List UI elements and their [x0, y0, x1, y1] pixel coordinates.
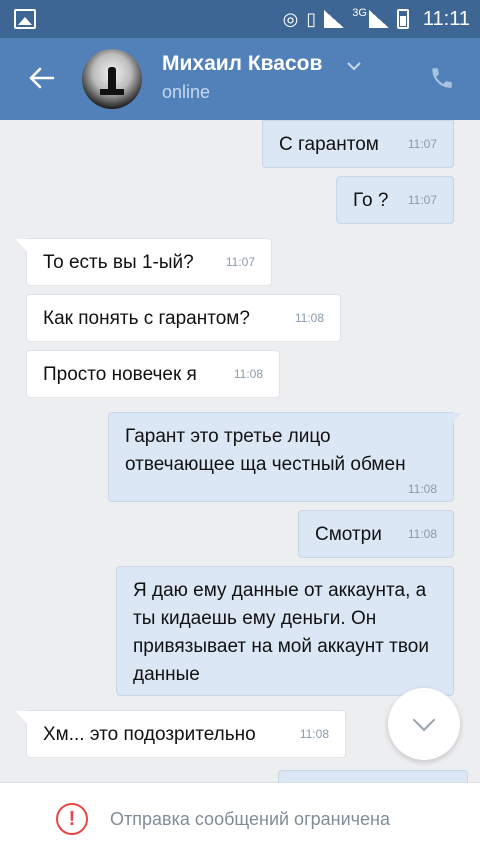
message-time: 11:07 [407, 193, 437, 207]
contact-status: online [162, 82, 211, 102]
restriction-message: Отправка сообщений ограничена [110, 809, 390, 829]
input-restricted-bar: ! Отправка сообщений ограничена [0, 782, 480, 854]
chevron-down-icon [412, 708, 436, 732]
message-text: Го ? [353, 190, 389, 211]
vibrate-icon: ▯ [306, 9, 317, 29]
network-type-label: 3G [352, 7, 367, 19]
clock: 11:11 [422, 7, 470, 30]
back-button[interactable] [22, 58, 62, 98]
message-time: 11:07 [225, 255, 255, 269]
gallery-notification-icon [14, 9, 36, 29]
arrow-left-icon [29, 67, 55, 89]
message-bubble-incoming[interactable]: То есть вы 1-ый? 11:07 [15, 238, 272, 286]
message-time: 11:08 [299, 727, 329, 741]
message-text: Смотри [315, 524, 382, 545]
scroll-to-bottom-button[interactable] [388, 688, 460, 760]
contact-avatar[interactable] [82, 49, 142, 109]
call-button[interactable] [424, 60, 460, 96]
message-text: Гарант это третье лицо отвечающее ща чес… [125, 426, 406, 475]
message-list[interactable]: С гарантом 11:07 Го ? 11:07 То есть вы 1… [0, 120, 480, 782]
message-bubble-incoming[interactable]: Хм... это подозрительно 11:08 [15, 710, 346, 758]
chevron-down-icon[interactable] [346, 60, 362, 72]
phone-icon [432, 68, 452, 88]
hotspot-icon: ◎ [282, 9, 299, 29]
chat-header: Михаил Квасов online [0, 38, 480, 120]
message-text: Я даю ему данные от аккаунта, а ты кидае… [133, 580, 429, 685]
status-bar: ◎ ▯ 3G 11:11 [0, 0, 480, 38]
message-time: 11:08 [407, 527, 437, 541]
message-bubble-incoming[interactable]: Просто новечек я 11:08 [26, 350, 280, 398]
message-text: Хм... это подозрительно [43, 724, 256, 745]
message-bubble-outgoing-partial[interactable] [278, 770, 468, 782]
message-time: 11:07 [407, 137, 437, 151]
message-time: 11:08 [233, 367, 263, 381]
message-bubble-incoming[interactable]: Как понять с гарантом? 11:08 [26, 294, 341, 342]
message-bubble-outgoing[interactable]: Смотри 11:08 [298, 510, 454, 558]
message-text: Как понять с гарантом? [43, 308, 250, 329]
battery-icon [396, 9, 409, 29]
message-bubble-outgoing[interactable]: Го ? 11:07 [336, 176, 454, 224]
message-bubble-outgoing[interactable]: Гарант это третье лицо отвечающее ща чес… [108, 412, 462, 502]
contact-name[interactable]: Михаил Квасов [162, 52, 322, 76]
message-text: Просто новечек я [43, 364, 197, 385]
wifi-signal-icon [324, 10, 345, 28]
message-time: 11:08 [407, 482, 437, 496]
message-bubble-outgoing[interactable]: Я даю ему данные от аккаунта, а ты кидае… [116, 566, 454, 706]
message-text: То есть вы 1-ый? [43, 252, 194, 273]
message-text: С гарантом [279, 134, 379, 155]
message-time: 11:08 [294, 311, 324, 325]
cell-signal-icon [368, 10, 389, 28]
status-icons: ◎ ▯ 3G 11:11 [283, 6, 470, 32]
exclamation-circle-icon: ! [56, 803, 88, 835]
message-bubble-outgoing[interactable]: С гарантом 11:07 [262, 120, 454, 168]
message-time: 11:08 [133, 691, 437, 707]
